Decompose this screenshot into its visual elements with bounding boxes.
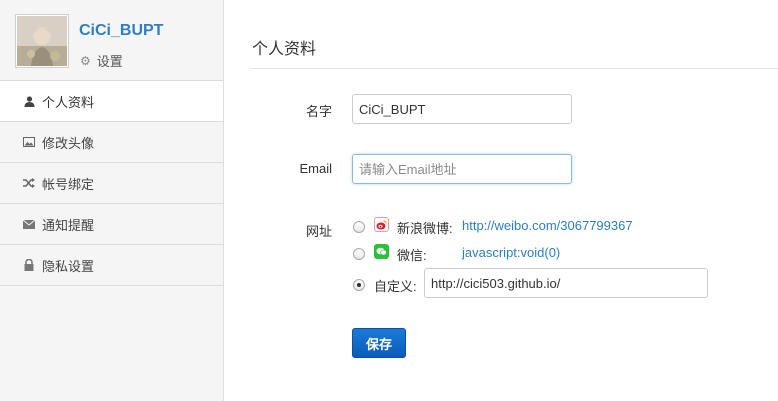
title-divider bbox=[250, 68, 778, 69]
settings-label: 设置 bbox=[96, 54, 123, 69]
custom-url-field[interactable] bbox=[424, 268, 708, 298]
wechat-label: 微信: bbox=[397, 248, 427, 263]
sidebar-item-label: 帐号绑定 bbox=[42, 176, 95, 192]
lock-icon bbox=[23, 259, 35, 271]
image-icon bbox=[23, 136, 35, 148]
sidebar-nav: 个人资料 修改头像 帐号绑定 通知提醒 隐私设置 bbox=[0, 81, 223, 286]
profile-card: CiCi_BUPT ⚙ 设置 bbox=[0, 0, 223, 81]
name-label: 名字 bbox=[305, 104, 332, 119]
gear-icon: ⚙ bbox=[80, 53, 91, 68]
avatar[interactable] bbox=[15, 14, 69, 68]
sidebar-item-label: 隐私设置 bbox=[42, 258, 95, 274]
weibo-label: 新浪微博: bbox=[397, 221, 453, 236]
weibo-icon bbox=[374, 217, 389, 232]
custom-radio[interactable] bbox=[353, 279, 365, 291]
avatar-image bbox=[17, 16, 67, 66]
settings-link[interactable]: ⚙ 设置 bbox=[80, 51, 123, 70]
weibo-radio[interactable] bbox=[353, 221, 365, 233]
sidebar-item-label: 个人资料 bbox=[42, 94, 95, 110]
save-button[interactable]: 保存 bbox=[352, 328, 406, 358]
username[interactable]: CiCi_BUPT bbox=[79, 22, 163, 40]
name-field[interactable] bbox=[352, 94, 572, 124]
wechat-icon bbox=[374, 244, 389, 259]
email-field[interactable] bbox=[352, 154, 572, 184]
sidebar-item-label: 修改头像 bbox=[42, 135, 95, 151]
sidebar-item-avatar[interactable]: 修改头像 bbox=[0, 122, 223, 163]
wechat-url-link[interactable]: javascript:void(0) bbox=[462, 245, 560, 260]
custom-label: 自定义: bbox=[374, 279, 417, 294]
weibo-url-link[interactable]: http://weibo.com/3067799367 bbox=[462, 218, 633, 233]
email-label: Email bbox=[299, 161, 332, 176]
website-label: 网址 bbox=[305, 224, 332, 239]
user-icon bbox=[23, 95, 35, 107]
sidebar: CiCi_BUPT ⚙ 设置 个人资料 修改头像 帐号绑定 通知提醒 隐私设置 bbox=[0, 0, 224, 401]
sidebar-item-bindings[interactable]: 帐号绑定 bbox=[0, 163, 223, 204]
wechat-radio[interactable] bbox=[353, 248, 365, 260]
envelope-icon bbox=[23, 218, 35, 230]
page-title: 个人资料 bbox=[252, 41, 317, 58]
sidebar-item-privacy[interactable]: 隐私设置 bbox=[0, 245, 223, 286]
sidebar-item-notifications[interactable]: 通知提醒 bbox=[0, 204, 223, 245]
shuffle-icon bbox=[23, 177, 35, 189]
sidebar-item-label: 通知提醒 bbox=[42, 217, 95, 233]
sidebar-item-profile[interactable]: 个人资料 bbox=[0, 81, 223, 122]
